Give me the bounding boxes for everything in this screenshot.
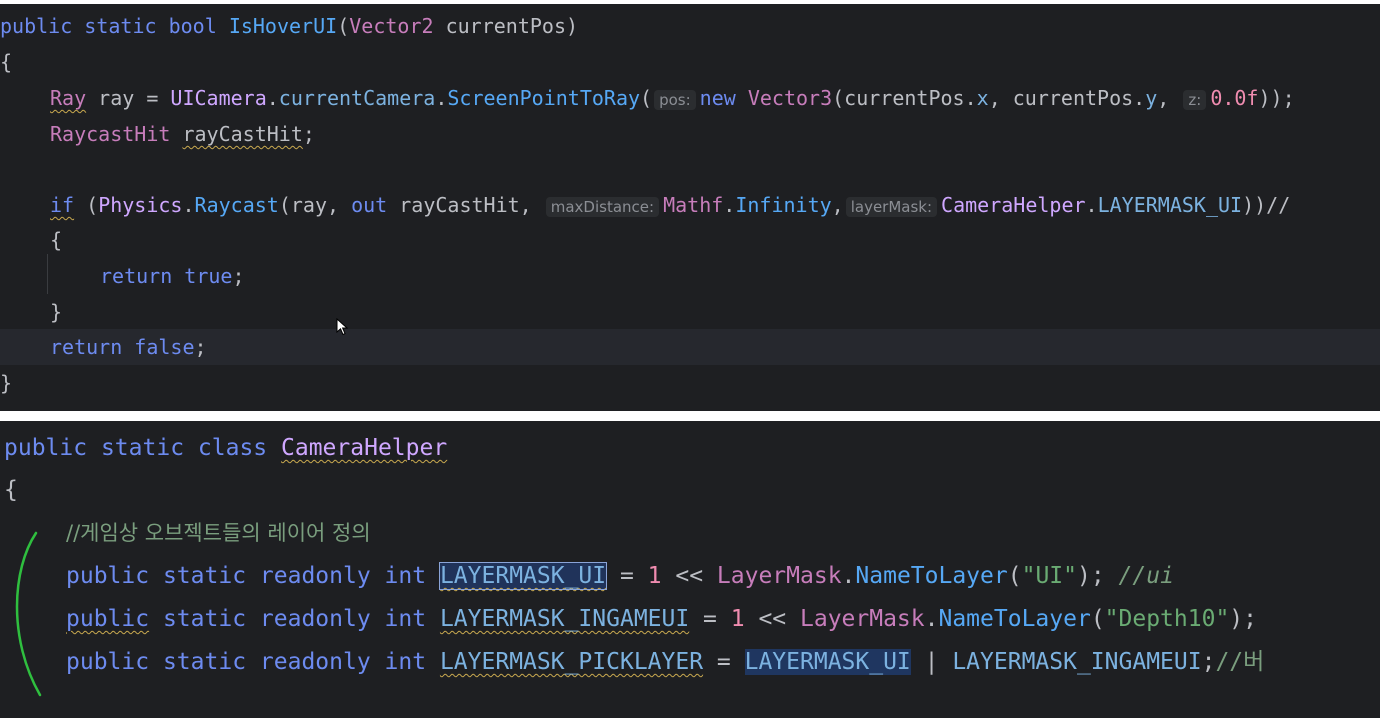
code-line-layermask-ui[interactable]: public static readonly int LAYERMASK_UI … [66, 555, 1174, 597]
code-line-raycasthit[interactable]: RaycastHit rayCastHit; [50, 116, 315, 152]
code-line-close-brace[interactable]: } [0, 365, 12, 401]
code-line-if-close-brace[interactable]: } [50, 294, 62, 330]
indent-guide [47, 254, 48, 294]
code-line-method-signature[interactable]: public static bool IsHoverUI(Vector2 cur… [0, 8, 578, 44]
green-bracket-annotation [15, 531, 42, 697]
inlay-hint-pos: pos: [654, 90, 696, 110]
inlay-hint-z: z: [1183, 90, 1207, 110]
code-line-ray[interactable]: Ray ray = UICamera.currentCamera.ScreenP… [50, 80, 1295, 116]
code-line-class-open-brace[interactable]: { [4, 469, 18, 511]
inlay-hint-maxdistance: maxDistance: [545, 197, 660, 217]
highlighted-usage-layermask-ui: LAYERMASK_UI [744, 649, 911, 675]
editor-panel-top[interactable]: public static bool IsHoverUI(Vector2 cur… [0, 4, 1380, 411]
current-line-highlight [0, 329, 1380, 365]
selected-symbol-layermask-ui[interactable]: LAYERMASK_UI [438, 562, 608, 590]
code-line-comment-korean[interactable]: //게임상 오브젝트들의 레이어 정의 [66, 512, 371, 554]
code-line-class-declaration[interactable]: public static class CameraHelper [4, 427, 447, 469]
editor-panel-bottom[interactable]: public static class CameraHelper { //게임상… [0, 421, 1380, 718]
code-line-if-raycast[interactable]: if (Physics.Raycast(ray, out rayCastHit,… [50, 187, 1290, 223]
code-line-layermask-picklayer[interactable]: public static readonly int LAYERMASK_PIC… [66, 641, 1264, 683]
code-line-open-brace[interactable]: { [0, 44, 12, 80]
code-line-if-open-brace[interactable]: { [50, 222, 62, 258]
code-line-return-true[interactable]: return true; [100, 258, 245, 294]
inlay-hint-layermask: layerMask: [845, 197, 938, 217]
code-line-layermask-ingameui[interactable]: public static readonly int LAYERMASK_ING… [66, 598, 1257, 640]
mouse-pointer-icon [336, 318, 348, 336]
code-line-return-false[interactable]: return false; [50, 329, 207, 365]
